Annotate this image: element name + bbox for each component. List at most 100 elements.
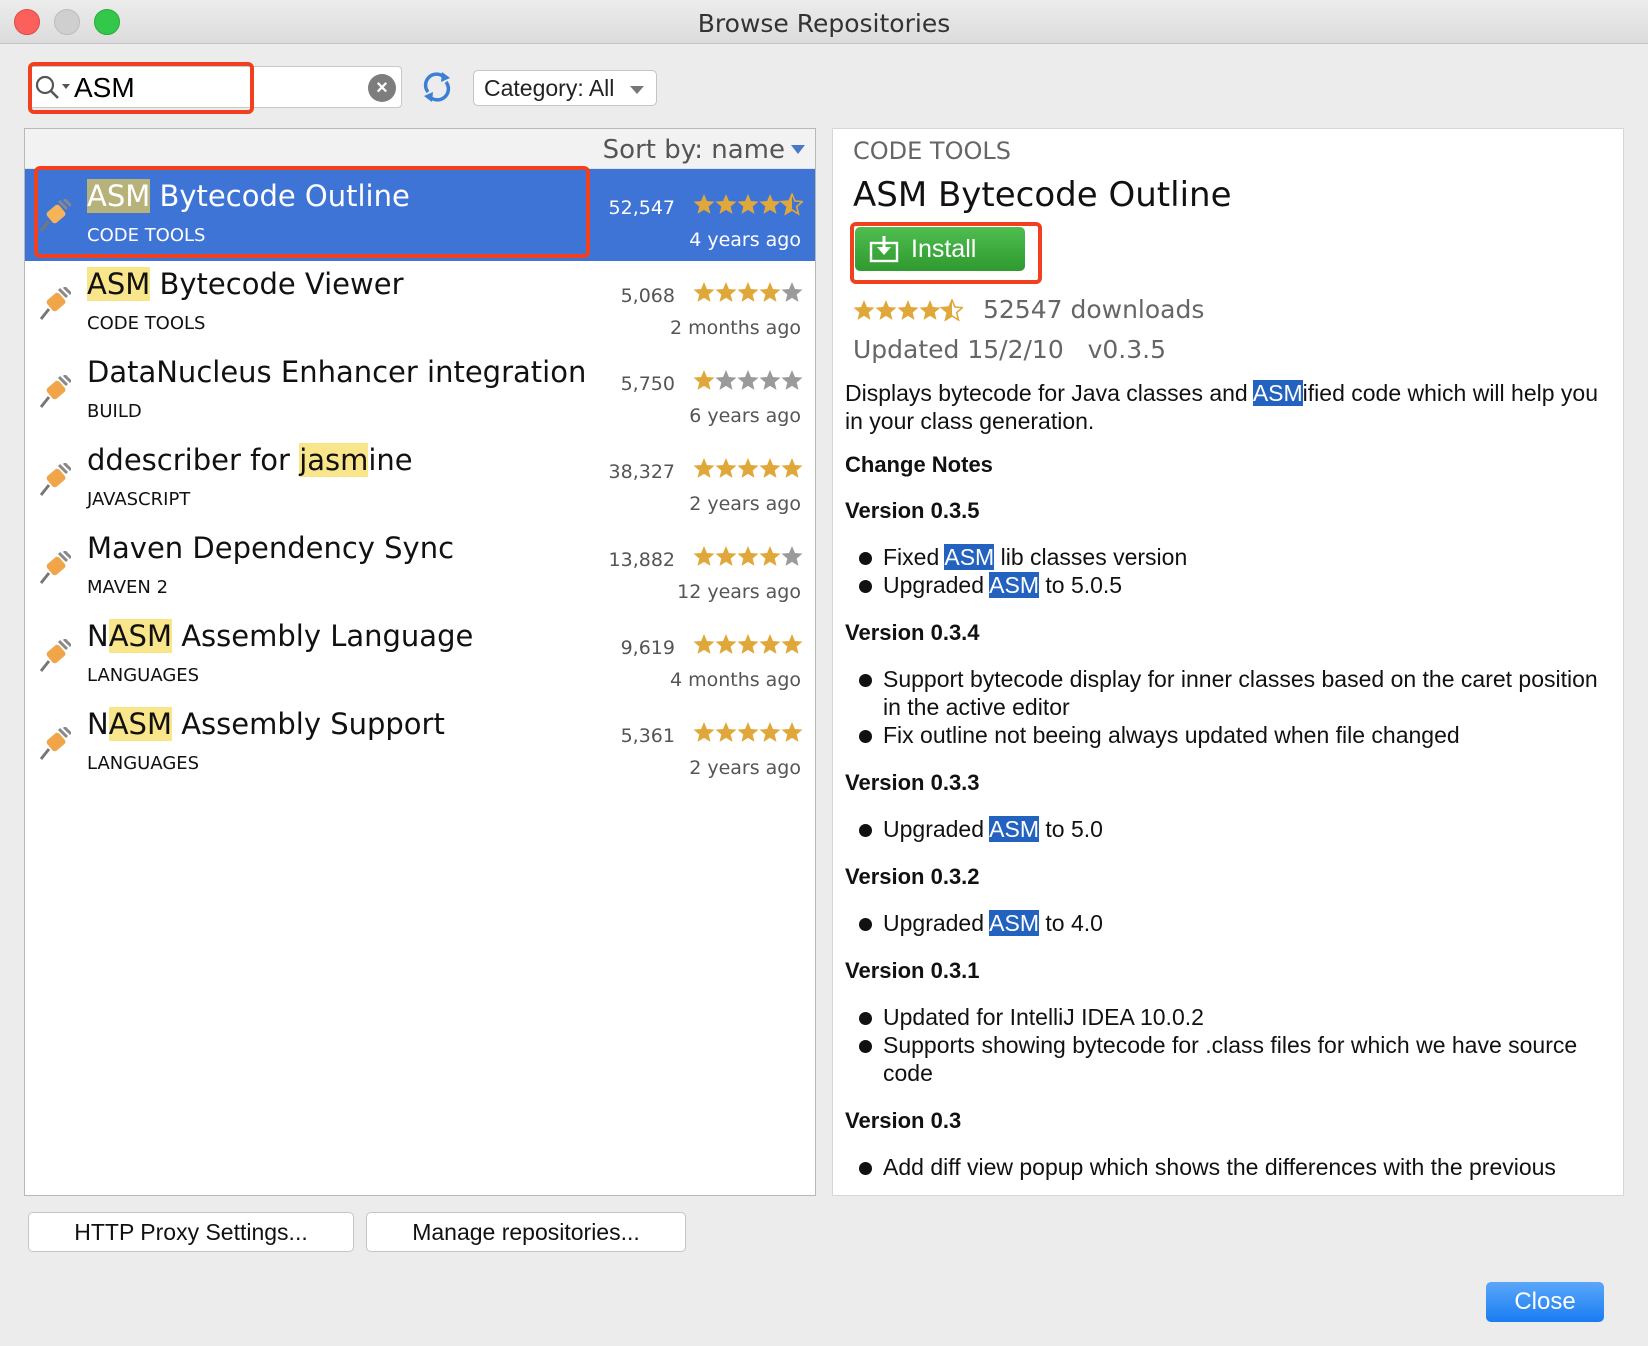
change-item: Updated for IntelliJ IDEA 10.0.2 (845, 1003, 1615, 1031)
star-icon (759, 194, 781, 214)
star-icon (737, 634, 759, 654)
change-item: Supports showing bytecode for .class fil… (845, 1031, 1615, 1087)
title-bar: Browse Repositories (0, 0, 1648, 44)
star-icon (759, 634, 781, 654)
rating-stars (693, 458, 803, 478)
detail-title: ASM Bytecode Outline (853, 175, 1232, 215)
change-item: Upgraded ASM to 5.0.5 (845, 571, 1615, 599)
plugin-icon (39, 375, 71, 408)
star-icon (715, 370, 737, 390)
star-icon (781, 634, 803, 654)
star-icon (737, 194, 759, 214)
plugin-name: NASM Assembly Support (87, 707, 445, 741)
install-label: Install (911, 235, 977, 263)
plugin-category: CODE TOOLS (87, 313, 206, 334)
plugin-row[interactable]: ASM Bytecode Viewer CODE TOOLS 5,068 2 mont… (25, 257, 815, 349)
star-icon (781, 458, 803, 478)
chevron-down-icon[interactable] (791, 145, 805, 154)
plugin-category: LANGUAGES (87, 753, 200, 774)
rating-stars (693, 722, 803, 742)
star-icon (875, 300, 897, 320)
plugin-name: DataNucleus Enhancer integration (87, 355, 587, 389)
plugin-category: CODE TOOLS (87, 225, 206, 246)
plugin-row[interactable]: NASM Assembly Language LANGUAGES 9,619 4 mo… (25, 609, 815, 701)
search-query[interactable]: ASM (74, 72, 135, 104)
change-item: Fix outline not beeing always updated wh… (845, 721, 1615, 749)
plugin-name: Maven Dependency Sync (87, 531, 455, 565)
detail-downloads: 52547 downloads (983, 295, 1205, 324)
version-heading: Version 0.3.5 (845, 498, 980, 523)
detail-description: Displays bytecode for Java classes and A… (845, 379, 1615, 1195)
plugin-row[interactable]: ASM Bytecode Outline CODE TOOLS 52,547 4 ye… (25, 169, 815, 261)
star-icon (715, 546, 737, 566)
star-icon (693, 370, 715, 390)
change-item: Fixed ASM lib classes version (845, 543, 1615, 571)
plugin-icon (39, 463, 71, 496)
star-icon (781, 282, 803, 302)
plugin-downloads: 38,327 (608, 461, 675, 483)
change-list: Updated for IntelliJ IDEA 10.0.2 Supports… (845, 1003, 1615, 1087)
star-icon (715, 458, 737, 478)
plugin-name: ASM Bytecode Outline (87, 179, 410, 213)
plugin-icon (39, 287, 71, 320)
plugin-updated-time: 4 months ago (669, 669, 801, 691)
change-notes-heading: Change Notes (845, 452, 993, 477)
http-proxy-settings-button[interactable]: HTTP Proxy Settings... (28, 1212, 354, 1252)
plugin-category: MAVEN 2 (87, 577, 169, 598)
star-icon (693, 282, 715, 302)
plugin-row[interactable]: DataNucleus Enhancer integration BUILD 5,7… (25, 345, 815, 437)
rating-stars (693, 634, 803, 654)
rating-stars (693, 370, 803, 390)
plugin-name: NASM Assembly Language (87, 619, 474, 653)
description-text: Displays bytecode for Java classes and A… (845, 380, 1598, 434)
star-icon (693, 722, 715, 742)
plugin-row[interactable]: ddescriber for jasmine JAVASCRIPT 38,327 2 … (25, 433, 815, 525)
category-dropdown[interactable]: Category: All (473, 70, 657, 106)
plugin-row[interactable]: NASM Assembly Support LANGUAGES 5,361 2 yea… (25, 697, 815, 789)
plugin-category: JAVASCRIPT (87, 489, 191, 510)
category-label: Category: All (484, 75, 615, 101)
sort-dropdown[interactable]: Sort by: name (603, 135, 785, 165)
star-icon (715, 634, 737, 654)
change-item: Upgraded ASM to 4.0 (845, 909, 1615, 937)
window-title: Browse Repositories (697, 9, 951, 38)
plugin-icon (39, 199, 71, 232)
star-icon (693, 634, 715, 654)
clear-search-icon[interactable]: × (368, 74, 396, 102)
star-icon (715, 194, 737, 214)
star-icon (759, 370, 781, 390)
star-icon (759, 722, 781, 742)
plugin-icon (39, 639, 71, 672)
star-icon (781, 546, 803, 566)
close-button[interactable]: Close (1486, 1282, 1604, 1322)
plugin-downloads: 9,619 (620, 637, 675, 659)
star-icon (693, 194, 715, 214)
star-icon (759, 282, 781, 302)
plugin-downloads: 5,068 (620, 285, 675, 307)
manage-repositories-button[interactable]: Manage repositories... (366, 1212, 686, 1252)
search-icon[interactable] (34, 74, 74, 102)
rating-stars (853, 299, 963, 322)
star-icon (737, 458, 759, 478)
star-icon (759, 458, 781, 478)
install-button[interactable]: Install (855, 227, 1025, 271)
plugin-updated-time: 2 years ago (689, 757, 801, 779)
star-icon (715, 722, 737, 742)
star-icon (737, 722, 759, 742)
plugin-updated-time: 4 years ago (689, 229, 801, 251)
star-icon (781, 722, 803, 742)
star-icon (737, 546, 759, 566)
plugin-updated-time: 12 years ago (677, 581, 801, 603)
rating-stars (693, 282, 803, 302)
detail-category: CODE TOOLS (853, 137, 1011, 165)
plugin-updated-time: 2 years ago (689, 493, 801, 515)
plugin-row[interactable]: Maven Dependency Sync MAVEN 2 13,882 12 yea… (25, 521, 815, 613)
star-icon (715, 282, 737, 302)
refresh-icon[interactable] (420, 70, 454, 104)
plugin-category: LANGUAGES (87, 665, 200, 686)
version-heading: Version 0.3.4 (845, 620, 980, 645)
change-item: Support bytecode display for inner class… (845, 665, 1615, 721)
plugin-category: BUILD (87, 401, 142, 422)
star-icon (737, 370, 759, 390)
star-icon (781, 370, 803, 390)
